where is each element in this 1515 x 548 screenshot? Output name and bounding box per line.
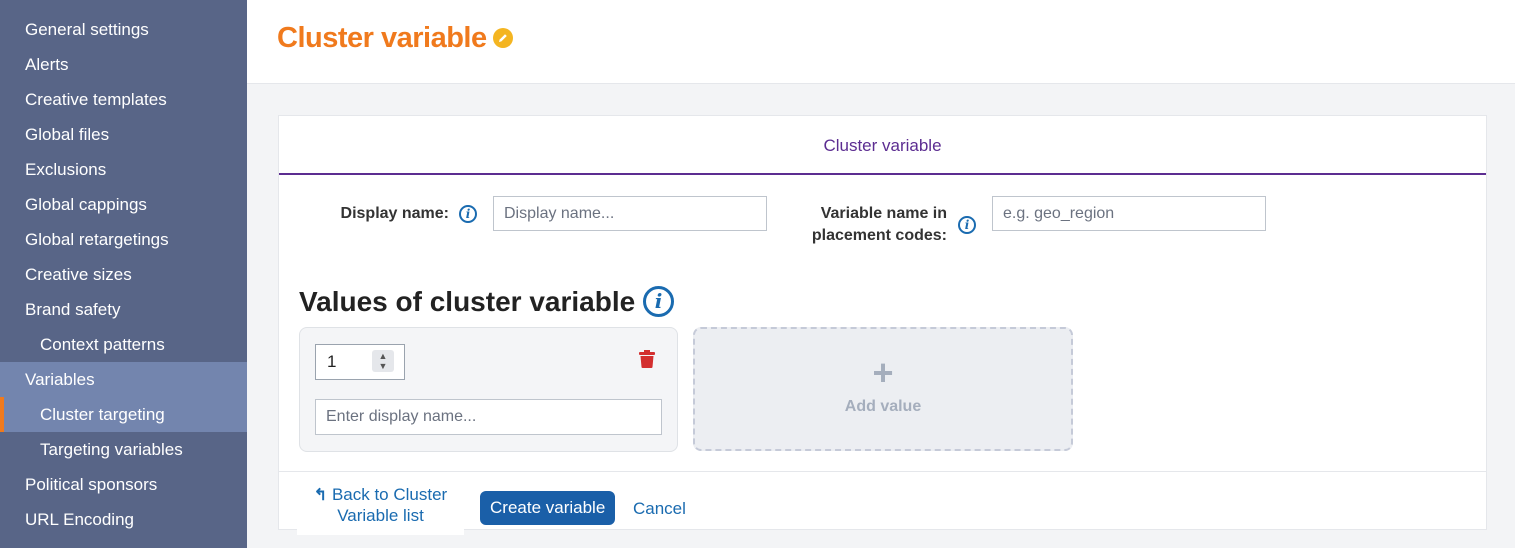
back-link-line1: Back to Cluster (331, 485, 448, 504)
value-display-name-input[interactable] (315, 399, 662, 435)
tab-cluster-variable[interactable]: Cluster variable (279, 116, 1486, 175)
variable-name-label: Variable name in placement codes: (799, 203, 947, 247)
sidebar-item-political-sponsors[interactable]: Political sponsors (0, 467, 247, 502)
values-section-title: Values of cluster variable (299, 286, 636, 317)
stepper-arrows-icon[interactable]: ▲ ▼ (372, 350, 394, 372)
sidebar-item-global-cappings[interactable]: Global cappings (0, 187, 247, 222)
sidebar-item-context-patterns[interactable]: Context patterns (0, 327, 247, 362)
page-title: Cluster variable (277, 22, 487, 54)
add-value-label: Add value (844, 398, 922, 415)
sidebar-item-cluster-targeting[interactable]: Cluster targeting (0, 397, 247, 432)
create-variable-button[interactable]: Create variable (480, 491, 616, 525)
back-to-list-link[interactable]: ↰ Back to Cluster Variable list (297, 479, 464, 535)
values-info-icon[interactable]: i (643, 286, 674, 317)
variable-name-label-line1: Variable name in (820, 205, 947, 222)
cancel-link[interactable]: Cancel (633, 499, 686, 519)
sidebar-item-global-files[interactable]: Global files (0, 117, 247, 152)
variable-name-label-line2: placement codes: (811, 227, 947, 244)
display-name-info-icon[interactable]: i (459, 205, 477, 223)
sidebar-item-brand-safety[interactable]: Brand safety (0, 292, 247, 327)
value-number-stepper[interactable]: 1 ▲ ▼ (315, 344, 405, 380)
cluster-variable-panel: Cluster variable Display name: i Variabl… (278, 115, 1487, 535)
sidebar-item-exclusions[interactable]: Exclusions (0, 152, 247, 187)
sidebar: General settings Alerts Creative templat… (0, 0, 247, 548)
sidebar-item-url-encoding[interactable]: URL Encoding (0, 502, 247, 537)
pencil-icon[interactable] (493, 28, 513, 48)
sidebar-item-creative-templates[interactable]: Creative templates (0, 82, 247, 117)
sidebar-item-general-settings[interactable]: General settings (0, 12, 247, 47)
variable-name-info-icon[interactable]: i (958, 216, 976, 234)
display-name-label: Display name: (340, 205, 449, 222)
sidebar-item-targeting-variables[interactable]: Targeting variables (0, 432, 247, 467)
variable-name-input[interactable] (992, 196, 1266, 231)
sidebar-item-alerts[interactable]: Alerts (0, 47, 247, 82)
form-footer: ↰ Back to Cluster Variable list Create v… (279, 471, 1486, 535)
page-header: Cluster variable (247, 0, 1515, 84)
trash-icon[interactable] (639, 350, 655, 373)
sidebar-item-creative-sizes[interactable]: Creative sizes (0, 257, 247, 292)
sidebar-item-variables[interactable]: Variables (0, 362, 247, 397)
value-card: 1 ▲ ▼ (299, 327, 678, 452)
back-arrow-icon: ↰ (313, 487, 328, 504)
sidebar-item-global-retargetings[interactable]: Global retargetings (0, 222, 247, 257)
display-name-input[interactable] (493, 196, 767, 231)
back-link-line2: Variable list (337, 506, 424, 525)
add-value-button[interactable]: + Add value (693, 327, 1073, 451)
value-number: 1 (327, 352, 337, 371)
plus-icon: + (872, 352, 894, 393)
